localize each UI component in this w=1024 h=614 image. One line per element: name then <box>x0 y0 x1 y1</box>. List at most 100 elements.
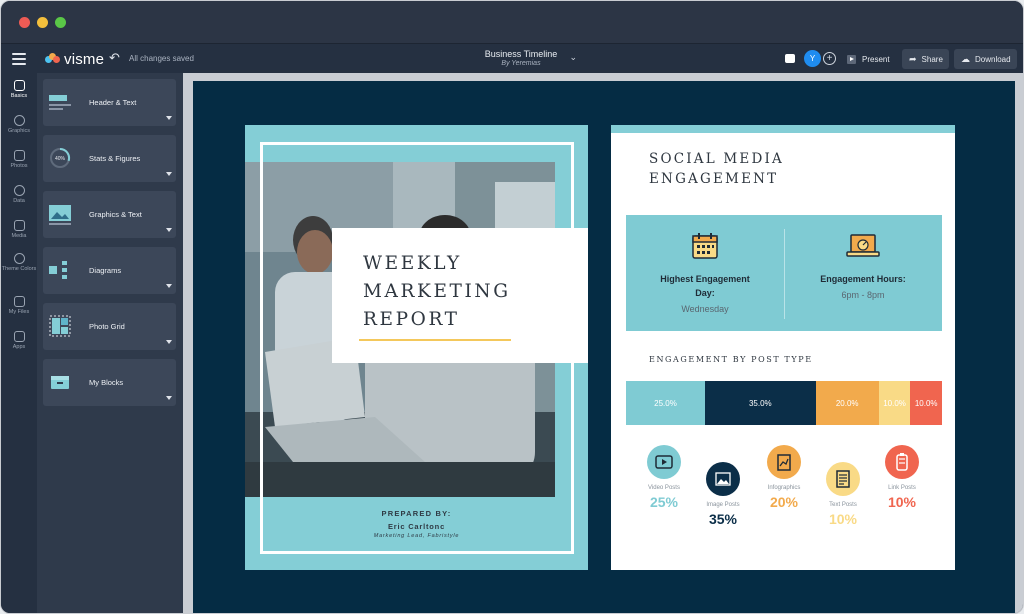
bar-segment-link: 10.0% <box>910 381 942 425</box>
maximize-window-button[interactable] <box>55 17 66 28</box>
caret-down-icon[interactable] <box>166 396 172 400</box>
present-button[interactable]: Present <box>847 50 890 68</box>
caret-down-icon[interactable] <box>166 284 172 288</box>
report-cover-page[interactable]: WEEKLY MARKETING REPORT PREPARED BY: Eri… <box>245 125 588 570</box>
post-type-video[interactable]: Video Posts 25% <box>634 445 694 510</box>
block-card-graphics-text[interactable]: Graphics & Text <box>43 191 176 238</box>
sidebar-item-label: Graphics <box>7 128 30 134</box>
caret-down-icon[interactable] <box>166 228 172 232</box>
page-title-line2: ENGAGEMENT <box>649 171 779 187</box>
block-card-header-text[interactable]: Header & Text <box>43 79 176 126</box>
user-avatar[interactable]: Y <box>804 50 821 67</box>
engagement-summary-box[interactable]: Highest Engagement Day: Wednesday Engage… <box>626 215 942 331</box>
bar-segment-video: 25.0% <box>626 381 705 425</box>
post-type-name: Video Posts <box>648 485 680 491</box>
sidebar-item-graphics[interactable]: Graphics <box>1 115 37 134</box>
play-icon <box>847 54 856 64</box>
media-icon <box>13 220 25 231</box>
share-icon: ➦ <box>909 53 917 64</box>
author-name: Eric Carltonc <box>387 522 446 531</box>
post-type-name: Image Posts <box>706 502 740 508</box>
minimize-window-button[interactable] <box>37 17 48 28</box>
sidebar-item-my-files[interactable]: My Files <box>1 296 37 315</box>
cloud-download-icon: ☁ <box>961 53 970 64</box>
document-title: Business Timeline <box>484 49 558 59</box>
undo-icon[interactable]: ↶ <box>109 50 120 66</box>
prepared-by-block[interactable]: PREPARED BY: Eric Carltonc Marketing Lea… <box>245 509 588 539</box>
document-author: By Yeremias <box>501 60 541 67</box>
sidebar-item-label: Media <box>11 233 27 239</box>
title-bar <box>1 1 1023 43</box>
post-type-name: Infographics <box>767 485 801 491</box>
folder-icon <box>13 296 25 307</box>
page-title-line1: SOCIAL MEDIA <box>649 151 784 167</box>
sidebar-item-label: Photos <box>10 163 28 169</box>
page-title[interactable]: SOCIAL MEDIA ENGAGEMENT <box>649 149 784 189</box>
report-title-box[interactable]: WEEKLY MARKETING REPORT <box>332 228 588 363</box>
report-title-line: REPORT <box>363 309 460 330</box>
prepared-by-label: PREPARED BY: <box>381 509 452 518</box>
post-type-infographics[interactable]: Infographics 20% <box>754 445 814 510</box>
image-icon <box>706 462 740 496</box>
header-text-thumbnail <box>49 95 71 110</box>
caret-down-icon[interactable] <box>166 172 172 176</box>
sidebar-item-apps[interactable]: Apps <box>1 331 37 350</box>
sidebar-item-data[interactable]: Data <box>1 185 37 204</box>
sidebar-item-basics[interactable]: Basics <box>1 80 37 99</box>
chevron-down-icon: ⌄ <box>569 52 577 62</box>
section-title: ENGAGEMENT BY POST TYPE <box>649 355 813 364</box>
add-collaborator-icon[interactable]: + <box>823 52 836 65</box>
caret-down-icon[interactable] <box>166 116 172 120</box>
highest-day-label: Highest Engagement Day: <box>660 274 750 298</box>
sidebar-item-media[interactable]: Media <box>1 220 37 239</box>
block-card-my-blocks[interactable]: My Blocks <box>43 359 176 406</box>
report-title-line: WEEKLY <box>363 253 462 274</box>
post-type-link[interactable]: Link Posts 10% <box>872 445 932 510</box>
my-blocks-thumbnail <box>51 376 69 389</box>
post-type-legend: Video Posts 25% Image Posts 35% Infograp… <box>626 425 942 570</box>
bar-segment-image: 35.0% <box>705 381 816 425</box>
calendar-icon <box>692 233 718 259</box>
logo-mark-icon <box>45 53 61 65</box>
block-card-photo-grid[interactable]: Photo Grid <box>43 303 176 350</box>
engagement-hours-value: 6pm - 8pm <box>841 290 885 300</box>
app-window: visme ↶ All changes saved Business Timel… <box>0 0 1024 614</box>
text-post-icon <box>826 462 860 496</box>
sidebar-item-label: Apps <box>12 344 26 350</box>
comment-icon[interactable] <box>785 54 795 63</box>
engagement-page[interactable]: SOCIAL MEDIA ENGAGEMENT Highest Engageme… <box>611 125 955 570</box>
post-type-percent: 10% <box>887 494 917 510</box>
block-card-diagrams[interactable]: Diagrams <box>43 247 176 294</box>
infographic-icon <box>767 445 801 479</box>
content-blocks-panel: Header & Text 40% Stats & Figures Graphi… <box>37 73 183 613</box>
post-type-percent: 10% <box>828 511 858 527</box>
logo-text: visme <box>64 50 105 68</box>
laptop-gauge-icon <box>846 234 880 257</box>
engagement-stacked-bar[interactable]: 25.0% 35.0% 20.0% 10.0% 10.0% <box>626 381 942 425</box>
title-underline <box>359 339 511 341</box>
diagrams-thumbnail <box>49 261 67 279</box>
highest-day-column: Highest Engagement Day: Wednesday <box>626 215 784 316</box>
report-title-line: MARKETING <box>363 281 511 302</box>
save-status: All changes saved <box>129 54 194 63</box>
post-type-name: Link Posts <box>888 485 916 491</box>
download-button[interactable]: ☁ Download <box>954 49 1017 69</box>
post-type-image[interactable]: Image Posts 35% <box>693 462 753 527</box>
present-label: Present <box>862 54 890 64</box>
sidebar-item-theme-colors[interactable]: Theme Colors <box>1 253 37 272</box>
palette-icon <box>13 253 25 264</box>
close-window-button[interactable] <box>19 17 30 28</box>
sidebar-item-label: Theme Colors <box>1 266 37 272</box>
block-card-label: Header & Text <box>89 98 137 107</box>
share-button[interactable]: ➦ Share <box>902 49 949 69</box>
caret-down-icon[interactable] <box>166 340 172 344</box>
document-title-menu[interactable]: Business Timeline By Yeremias ⌄ <box>421 49 621 67</box>
block-card-label: My Blocks <box>89 378 124 387</box>
visme-logo[interactable]: visme <box>45 50 104 68</box>
sidebar-item-photos[interactable]: Photos <box>1 150 37 169</box>
menu-icon[interactable] <box>12 53 26 65</box>
block-card-stats-figures[interactable]: 40% Stats & Figures <box>43 135 176 182</box>
post-type-text[interactable]: Text Posts 10% <box>813 462 873 527</box>
highest-day-value: Wednesday <box>681 304 729 314</box>
block-card-label: Graphics & Text <box>89 210 142 219</box>
